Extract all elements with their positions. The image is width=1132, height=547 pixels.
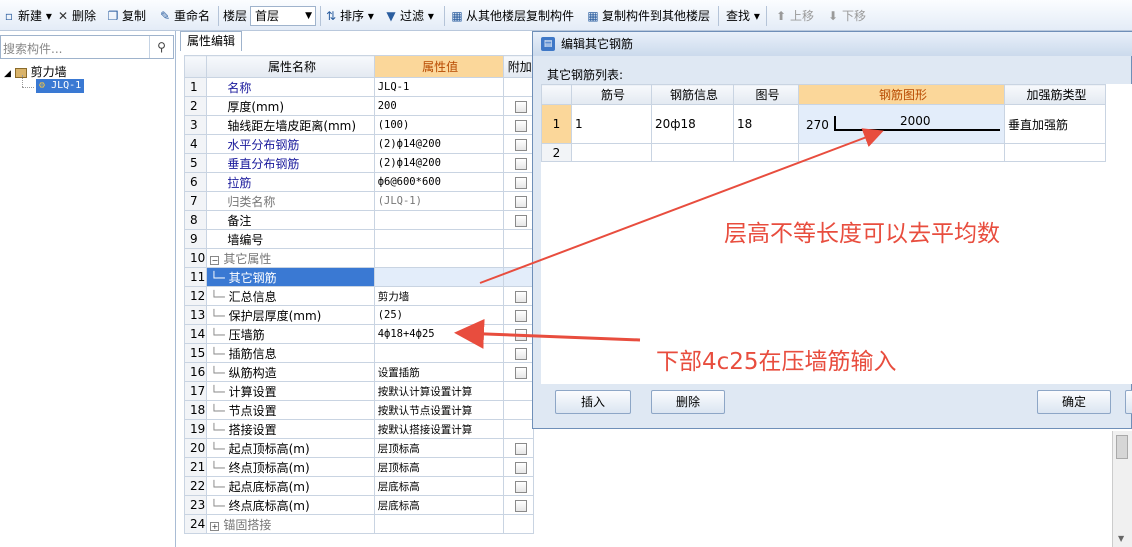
- annotation-note-2: 下部4c25在压墙筋输入: [656, 349, 897, 375]
- annotation-arrow-1: [479, 128, 884, 284]
- annotation-arrows: [454, 128, 884, 349]
- annotation-note-1: 层高不等长度可以去平均数: [724, 221, 1000, 247]
- annotation-arrow-2: [454, 318, 641, 349]
